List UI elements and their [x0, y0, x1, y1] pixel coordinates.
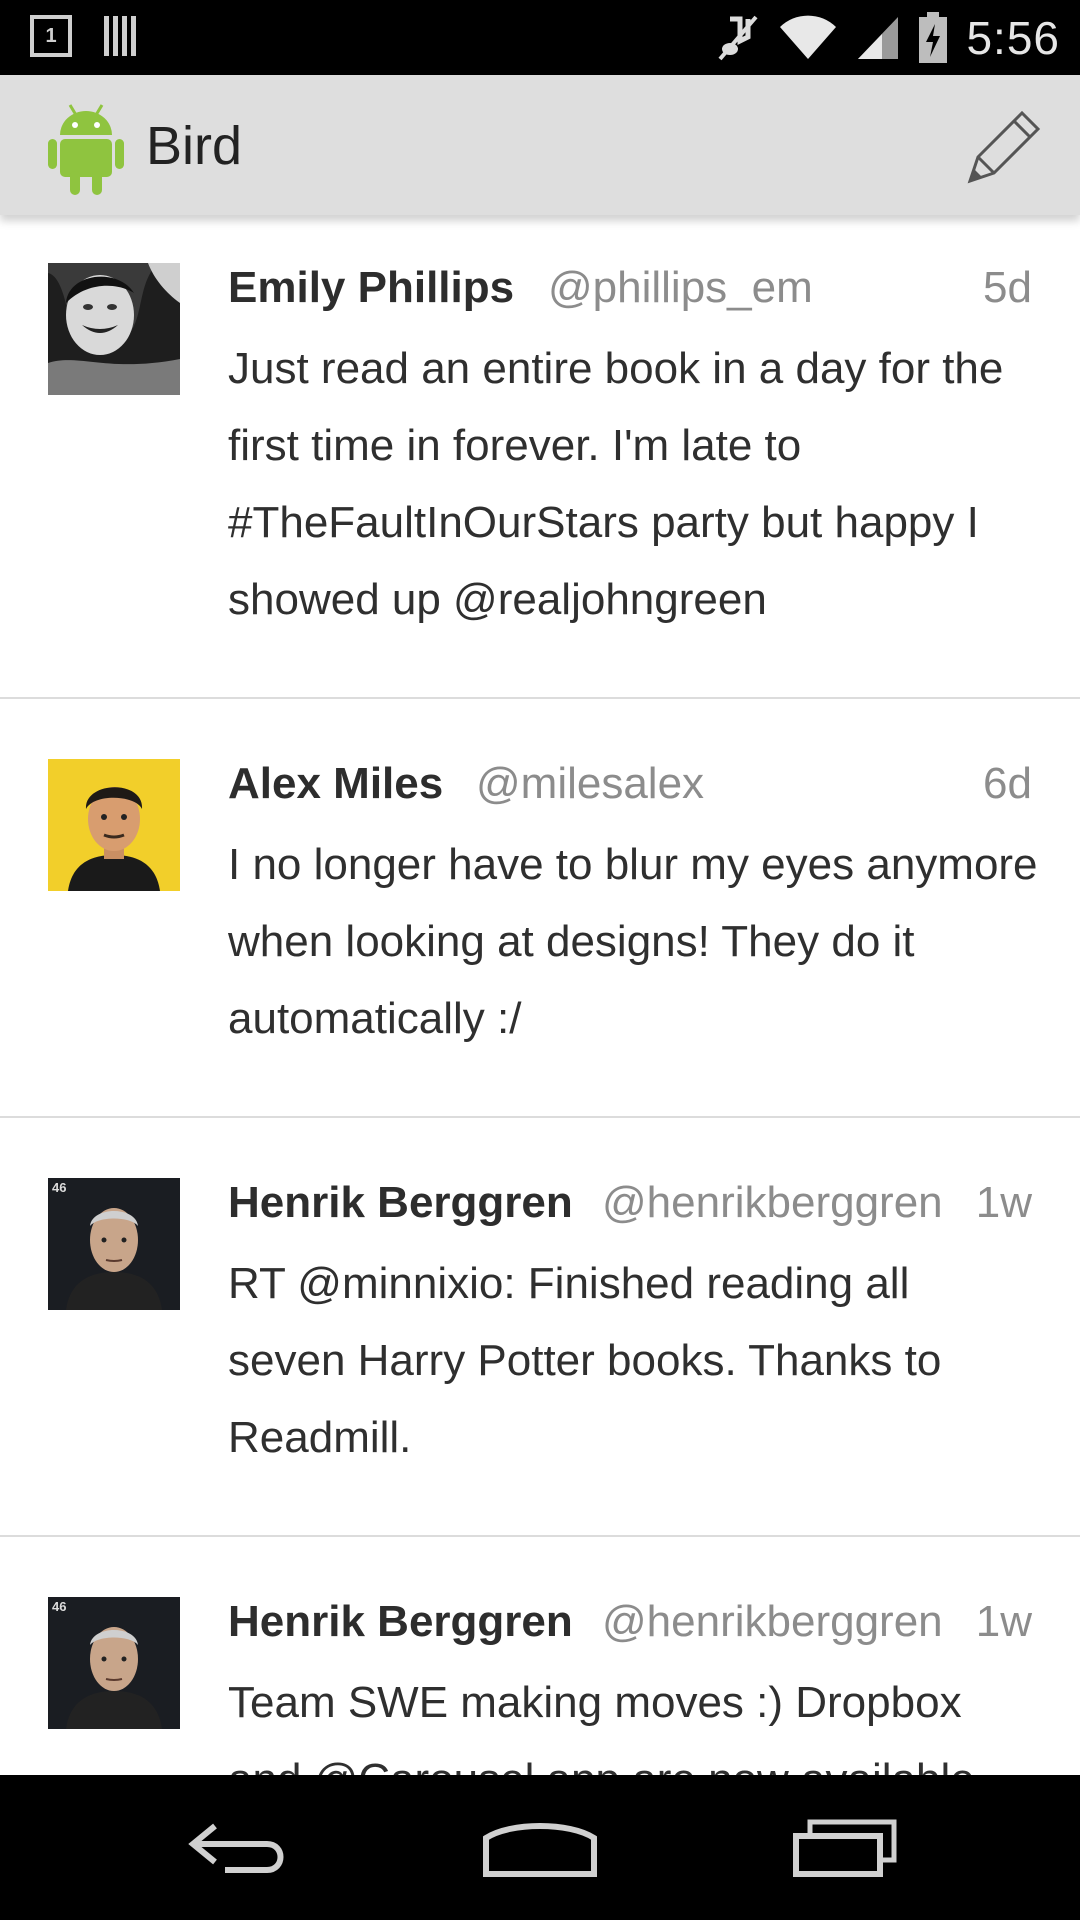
compose-button[interactable] [960, 105, 1044, 189]
wifi-icon [780, 15, 837, 59]
tweet-item[interactable]: Emily Phillips @phillips_em 5d Just read… [0, 215, 1080, 699]
battery-charging-icon [919, 12, 948, 63]
back-icon [188, 1823, 284, 1873]
barcode-icon [104, 16, 136, 56]
tweet-item[interactable]: Alex Miles @milesalex 6d I no longer hav… [0, 699, 1080, 1118]
tweet-feed[interactable]: Emily Phillips @phillips_em 5d Just read… [0, 215, 1080, 1775]
tweet-author-name[interactable]: Emily Phillips [228, 263, 514, 313]
android-icon[interactable] [46, 101, 126, 197]
svg-text:46: 46 [52, 1599, 66, 1614]
tweet-text: RT @minnixio: Finished reading all seven… [228, 1259, 942, 1462]
app-title: Bird [146, 116, 243, 176]
avatar[interactable] [48, 263, 180, 395]
tweet-author-name[interactable]: Alex Miles [228, 759, 443, 809]
tweet-text: I no longer have to blur my eyes anymore… [228, 840, 1038, 1043]
tweet-timestamp: 1w [975, 1597, 1032, 1646]
navigation-bar [0, 1775, 1080, 1920]
tweet-item[interactable]: 46 Henrik Berggren @henrikberggren 1w Te… [0, 1537, 1080, 1775]
tweet-author-handle[interactable]: @henrikberggren [602, 1597, 943, 1647]
status-bar: 1 5:56 [0, 0, 1080, 75]
tweet-timestamp: 6d [983, 759, 1032, 808]
clock: 5:56 [966, 12, 1060, 64]
home-button[interactable] [470, 1803, 610, 1893]
tweet-author-handle[interactable]: @phillips_em [548, 263, 813, 313]
tweet-author-handle[interactable]: @milesalex [476, 759, 704, 809]
avatar[interactable] [48, 759, 180, 891]
tweet-author-name[interactable]: Henrik Berggren [228, 1178, 573, 1228]
notification-box-icon: 1 [30, 15, 72, 57]
tweet-item[interactable]: 46 Henrik Berggren @henrikberggren 1w RT… [0, 1118, 1080, 1537]
tweet-text: Just read an entire book in a day for th… [228, 344, 1004, 624]
home-icon [483, 1823, 597, 1877]
back-button[interactable] [170, 1803, 310, 1893]
tweet-text: Team SWE making moves :) Dropbox and @Ca… [228, 1678, 975, 1775]
avatar[interactable]: 46 [48, 1178, 180, 1310]
svg-text:46: 46 [52, 1180, 66, 1195]
tweet-author-handle[interactable]: @henrikberggren [602, 1178, 943, 1228]
action-bar: Bird [0, 75, 1080, 215]
tweet-timestamp: 1w [975, 1178, 1032, 1227]
signal-icon [858, 17, 899, 59]
tweet-author-name[interactable]: Henrik Berggren [228, 1597, 573, 1647]
tweet-timestamp: 5d [983, 263, 1032, 312]
pencil-icon [967, 110, 1041, 184]
notification-count: 1 [45, 24, 57, 47]
mute-icon [718, 15, 758, 61]
recent-apps-icon [793, 1819, 897, 1877]
avatar[interactable]: 46 [48, 1597, 180, 1729]
recent-apps-button[interactable] [775, 1803, 915, 1893]
